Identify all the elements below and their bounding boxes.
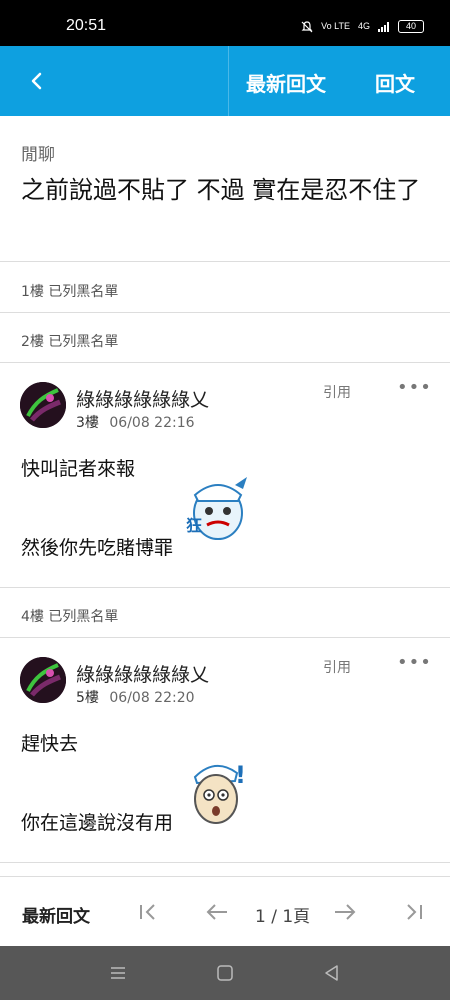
username[interactable]: 綠綠綠綠綠綠乂 bbox=[76, 385, 209, 412]
thread-category[interactable]: 閒聊 bbox=[21, 140, 55, 165]
post-datetime: 06/08 22:20 bbox=[109, 690, 195, 706]
post-meta: 5樓 06/08 22:20 bbox=[76, 687, 195, 707]
quote-button[interactable]: 引用 bbox=[323, 382, 351, 402]
post-item: 綠綠綠綠綠綠乂 3樓 06/08 22:16 引用 ••• 快叫記者來報 狂 然… bbox=[0, 363, 450, 588]
battery-icon: 40 bbox=[398, 20, 424, 33]
avatar[interactable] bbox=[20, 382, 66, 428]
previous-page-icon[interactable] bbox=[204, 899, 230, 925]
home-icon[interactable] bbox=[215, 963, 235, 983]
last-page-icon[interactable] bbox=[401, 899, 427, 925]
post-item: 綠綠綠綠綠綠乂 5樓 06/08 22:20 引用 ••• 趕快去 ! 你在這邊… bbox=[0, 638, 450, 863]
signal-icon bbox=[378, 21, 389, 32]
quote-button[interactable]: 引用 bbox=[323, 657, 351, 677]
angry-sticker-icon: 狂 bbox=[183, 473, 253, 555]
post-datetime: 06/08 22:16 bbox=[109, 415, 195, 431]
next-page-icon[interactable] bbox=[332, 899, 358, 925]
pagination-bar: 最新回文 1 / 1頁 bbox=[0, 876, 450, 946]
post-text-line: 然後你先吃賭博罪 bbox=[21, 537, 174, 559]
post-text-line: 趕快去 bbox=[21, 733, 79, 755]
first-page-icon[interactable] bbox=[135, 899, 161, 925]
top-app-bar: 最新回文 回文 bbox=[0, 46, 450, 116]
network-indicator: 4G bbox=[357, 21, 370, 31]
status-time: 20:51 bbox=[66, 17, 107, 34]
menu-icon[interactable] bbox=[108, 963, 128, 983]
thread-title: 之前說過不貼了 不過 實在是忍不住了 bbox=[21, 176, 421, 204]
page-indicator[interactable]: 1 / 1頁 bbox=[255, 902, 310, 927]
latest-replies-link[interactable]: 最新回文 bbox=[22, 902, 90, 927]
post-text-line: 你在這邊說沒有用 bbox=[21, 812, 174, 834]
mute-icon bbox=[301, 20, 313, 32]
thread-header: 閒聊 之前說過不貼了 不過 實在是忍不住了 bbox=[0, 116, 450, 262]
volte-indicator: Vo LTE bbox=[321, 21, 350, 31]
floor-number: 3樓 bbox=[76, 415, 99, 431]
avatar[interactable] bbox=[20, 657, 66, 703]
status-icons: Vo LTE 4G 40 bbox=[301, 20, 424, 33]
post-text-line: 快叫記者來報 bbox=[21, 458, 136, 480]
blocked-post-row[interactable]: 4樓 已列黑名單 bbox=[0, 588, 450, 638]
post-meta: 3樓 06/08 22:16 bbox=[76, 412, 195, 432]
sticker-label: ! bbox=[235, 761, 246, 789]
shocked-sticker-icon: ! bbox=[185, 753, 257, 835]
latest-replies-button[interactable]: 最新回文 bbox=[246, 68, 326, 97]
floor-number: 5樓 bbox=[76, 690, 99, 706]
blocked-post-row[interactable]: 1樓 已列黑名單 bbox=[0, 263, 450, 313]
more-options-icon[interactable]: ••• bbox=[397, 377, 432, 398]
reply-button[interactable]: 回文 bbox=[375, 68, 415, 97]
system-nav-bar bbox=[0, 946, 450, 1000]
header-divider bbox=[228, 46, 229, 116]
username[interactable]: 綠綠綠綠綠綠乂 bbox=[76, 660, 209, 687]
more-options-icon[interactable]: ••• bbox=[397, 652, 432, 673]
back-arrow-icon[interactable] bbox=[24, 66, 54, 96]
blocked-post-row[interactable]: 2樓 已列黑名單 bbox=[0, 313, 450, 363]
status-bar: 20:51 Vo LTE 4G 40 bbox=[0, 0, 450, 46]
back-icon[interactable] bbox=[322, 963, 342, 983]
sticker-label: 狂 bbox=[186, 516, 202, 535]
